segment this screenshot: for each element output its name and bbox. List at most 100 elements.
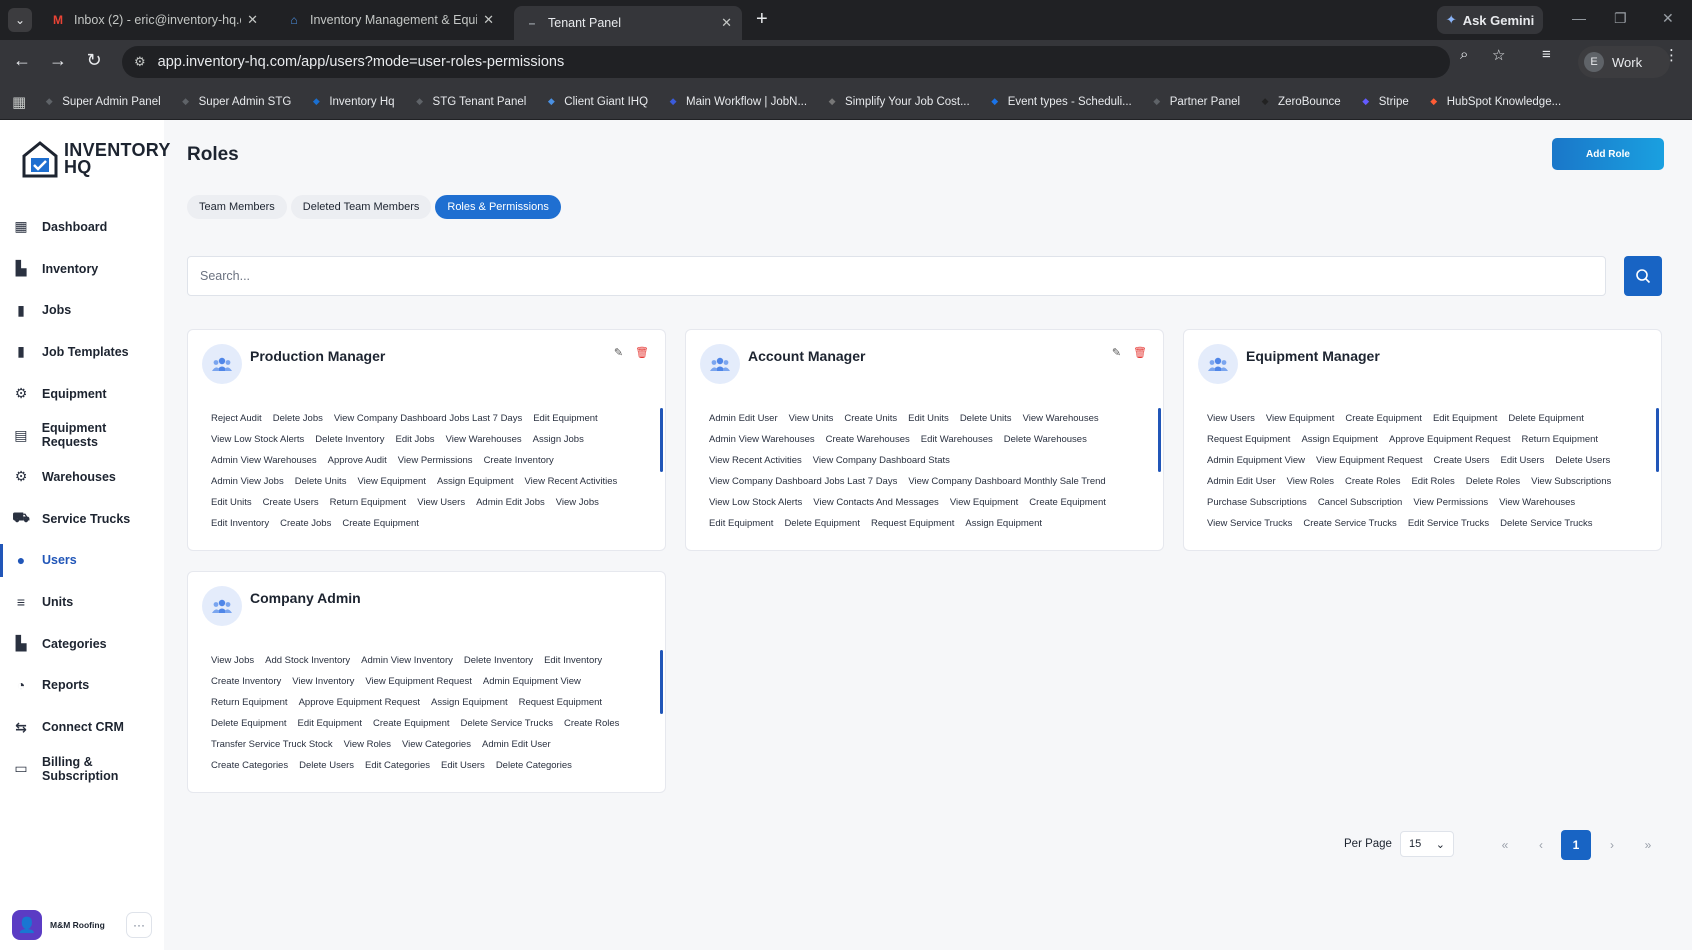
permission-list-scrollbar[interactable] (1158, 408, 1161, 472)
sidebar-item-jobs[interactable]: ▮ Jobs (0, 289, 164, 331)
permission-tag: Assign Equipment (431, 697, 508, 708)
permission-tag: Delete Service Trucks (460, 718, 553, 729)
permission-tag: Return Equipment (329, 497, 407, 508)
zoom-icon[interactable]: ⌕ (1460, 46, 1468, 63)
sidebar-item-service-trucks[interactable]: ⛟ Service Trucks (0, 498, 164, 540)
permission-tag: Assign Equipment (1301, 434, 1379, 445)
bookmark-event-types-scheduli[interactable]: ◆ Event types - Scheduli... (988, 95, 1131, 109)
url-text[interactable]: app.inventory-hq.com/app/users?mode=user… (158, 54, 565, 70)
permission-list-scrollbar[interactable] (1656, 408, 1659, 472)
sidebar-item-equipment-requests[interactable]: ▤ Equipment Requests (0, 414, 164, 456)
search-button[interactable] (1624, 256, 1662, 296)
sidebar-item-equipment[interactable]: ⚙ Equipment (0, 373, 164, 415)
previous-page-button[interactable]: ‹ (1528, 832, 1554, 858)
sidebar-item-connect-crm[interactable]: ⇆ Connect CRM (0, 706, 164, 748)
permission-tag: Admin Edit User (709, 413, 778, 424)
reload-button[interactable]: ↻ (82, 50, 106, 71)
permission-tag: Add Stock Inventory (265, 655, 351, 666)
ask-gemini-button[interactable]: ✦ Ask Gemini (1437, 6, 1543, 34)
bookmark-favicon-icon: ◆ (312, 96, 320, 106)
tab-roles-permissions[interactable]: Roles & Permissions (435, 195, 561, 219)
edit-pencil-icon[interactable]: ✎ (1112, 346, 1121, 359)
bookmark-hubspot-knowledge[interactable]: ◆ HubSpot Knowledge... (1427, 95, 1561, 109)
bookmark-client-giant-ihq[interactable]: ◆ Client Giant IHQ (544, 95, 648, 109)
restore-window-icon[interactable]: ❐ (1614, 10, 1627, 27)
apps-grid-icon[interactable]: ▦ (12, 93, 26, 111)
bookmark-zerobounce[interactable]: ◆ ZeroBounce (1258, 95, 1341, 109)
first-page-button[interactable]: « (1492, 832, 1518, 858)
per-page-select[interactable]: 15 ⌄ (1400, 831, 1454, 857)
sidebar-item-job-templates[interactable]: ▮ Job Templates (0, 331, 164, 373)
permission-tag: View Users (417, 497, 466, 508)
browser-tab-gmail[interactable]: M Inbox (2) - eric@inventory-hq.com ✕ (40, 6, 268, 34)
tab-deleted-team-members[interactable]: Deleted Team Members (290, 195, 432, 219)
site-info-icon[interactable]: ⚙ (134, 54, 146, 70)
permission-list-scrollbar[interactable] (660, 408, 663, 472)
close-tab-icon[interactable]: ✕ (483, 12, 494, 28)
permission-tag: View Permissions (397, 455, 473, 466)
delete-trash-icon[interactable]: 🗑 (1133, 346, 1147, 359)
inventory-hq-logo[interactable]: INVENTORY HQ (22, 140, 171, 178)
back-button[interactable]: ← (10, 50, 34, 71)
bookmark-simplify-your-job-cost[interactable]: ◆ Simplify Your Job Cost... (825, 95, 970, 109)
add-role-button[interactable]: Add Role (1552, 138, 1664, 170)
sidebar-item-label: Inventory (42, 261, 99, 276)
permission-tag: Create Roles (1345, 476, 1401, 487)
permission-tag: Create Categories (211, 760, 289, 771)
tab-search-button[interactable]: ⌄ (8, 8, 32, 32)
organization-switcher[interactable]: 👤 M&M Roofing ··· (12, 910, 152, 940)
bookmark-super-admin-panel[interactable]: ◆ Super Admin Panel (42, 95, 161, 109)
bookmark-partner-panel[interactable]: ◆ Partner Panel (1150, 95, 1240, 109)
tab-title: Inventory Management & Equipm (310, 13, 478, 27)
bookmark-inventory-hq[interactable]: ◆ Inventory Hq (309, 95, 395, 109)
search-input[interactable] (200, 269, 1605, 283)
browser-tab-inventory[interactable]: ⌂ Inventory Management & Equipm ✕ (276, 6, 504, 34)
profile-button[interactable]: E Work (1578, 46, 1670, 78)
sidebar-item-inventory[interactable]: ▙ Inventory (0, 248, 164, 290)
bookmark-stripe[interactable]: ◆ Stripe (1359, 95, 1409, 109)
forward-button[interactable]: → (46, 50, 70, 71)
page-title: Roles (187, 144, 239, 165)
close-tab-icon[interactable]: ✕ (247, 12, 258, 28)
sidebar-item-units[interactable]: ≡ Units (0, 581, 164, 623)
permission-tag: Edit Equipment (297, 718, 362, 729)
bookmark-super-admin-stg[interactable]: ◆ Super Admin STG (179, 95, 291, 109)
close-tab-icon[interactable]: ✕ (721, 15, 732, 31)
permission-tag: Delete Units (294, 476, 347, 487)
bookmark-stg-tenant-panel[interactable]: ◆ STG Tenant Panel (413, 95, 526, 109)
next-page-button[interactable]: › (1599, 832, 1625, 858)
organization-name: M&M Roofing (50, 920, 105, 930)
permission-tag: Edit Units (211, 497, 252, 508)
sidebar-item-reports[interactable]: ◔ Reports (0, 665, 164, 707)
sidebar-item-dashboard[interactable]: ▦ Dashboard (0, 206, 164, 248)
tab-team-members[interactable]: Team Members (187, 195, 287, 219)
last-page-button[interactable]: » (1635, 832, 1661, 858)
address-bar[interactable]: ⚙ app.inventory-hq.com/app/users?mode=us… (122, 46, 1450, 78)
bookmark-star-icon[interactable]: ☆ (1492, 46, 1505, 64)
sidebar-item-billing-and-subscription[interactable]: ▭ Billing & Subscription (0, 748, 164, 790)
app-root: INVENTORY HQ ▦ Dashboard ▙ Inventory ▮ Jobs ▮ J… (0, 120, 1692, 950)
tab-title: Inbox (2) - eric@inventory-hq.com (74, 13, 241, 27)
permission-tag: Edit Users (440, 760, 485, 771)
reading-list-icon[interactable]: ≡ (1542, 46, 1551, 63)
equipment-requests-icon: ▤ (14, 426, 28, 443)
role-actions: ✎ 🗑 (1112, 346, 1147, 359)
permission-list-scrollbar[interactable] (660, 650, 663, 714)
more-options-button[interactable]: ··· (126, 912, 152, 938)
permission-tag: Create Equipment (1345, 413, 1422, 424)
bookmark-favicon-icon: ◆ (669, 96, 677, 106)
bookmark-main-workflow-jobn[interactable]: ◆ Main Workflow | JobN... (666, 95, 807, 109)
browser-tab-tenant-panel[interactable]: – Tenant Panel ✕ (514, 6, 742, 40)
minimize-window-icon[interactable]: — (1572, 10, 1586, 26)
sidebar-item-users[interactable]: ● Users (0, 540, 164, 582)
browser-menu-icon[interactable]: ⋮ (1664, 46, 1679, 64)
permission-tag: View Company Dashboard Jobs Last 7 Days (709, 476, 898, 487)
close-window-icon[interactable]: ✕ (1662, 10, 1674, 27)
page-1-button[interactable]: 1 (1561, 830, 1591, 860)
permission-tag: View Users (1207, 413, 1255, 424)
edit-pencil-icon[interactable]: ✎ (614, 346, 623, 359)
sidebar-item-categories[interactable]: ▙ Categories (0, 623, 164, 665)
new-tab-button[interactable]: + (756, 8, 768, 31)
sidebar-item-warehouses[interactable]: ⚙ Warehouses (0, 456, 164, 498)
delete-trash-icon[interactable]: 🗑 (635, 346, 649, 359)
